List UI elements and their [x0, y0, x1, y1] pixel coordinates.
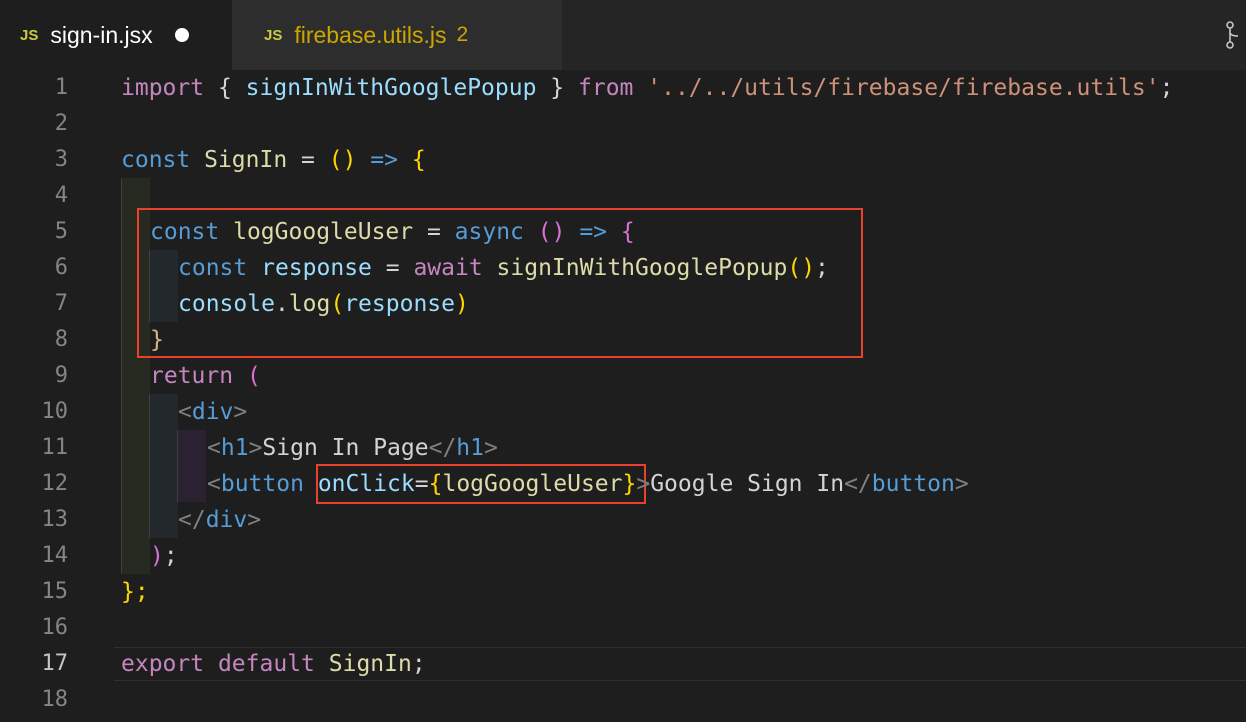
tab-firebase-utils[interactable]: JS firebase.utils.js 2 — [232, 0, 562, 70]
code-line: 13 </div> — [0, 502, 1246, 538]
code-editor[interactable]: 1 import { signInWithGooglePopup } from … — [0, 70, 1246, 722]
problem-count-badge: 2 — [456, 23, 469, 46]
code-line: 8 } — [0, 322, 1246, 358]
line-number: 4 — [54, 183, 68, 208]
code-line-current: 17 export default SignIn; — [0, 646, 1246, 682]
code-line: 10 <div> — [0, 394, 1246, 430]
line-number: 15 — [41, 579, 69, 604]
js-file-icon: JS — [264, 26, 283, 44]
unsaved-dot-icon[interactable] — [174, 28, 189, 42]
line-number: 13 — [41, 507, 69, 532]
line-number: 18 — [41, 687, 69, 712]
line-number: 17 — [41, 651, 69, 676]
code-text: <h1>Sign In Page</h1> — [207, 435, 498, 461]
code-text: </div> — [178, 507, 262, 533]
code-line: 5 const logGoogleUser = async () => { — [0, 214, 1246, 250]
code-line: 11 <h1>Sign In Page</h1> — [0, 430, 1246, 466]
tab-sign-in-jsx[interactable]: JS sign-in.jsx — [0, 0, 232, 70]
code-text: const logGoogleUser = async () => { — [150, 219, 635, 245]
code-line: 12 <button onClick={logGoogleUser}>Googl… — [0, 466, 1246, 502]
line-number: 11 — [41, 435, 69, 460]
code-text: export default SignIn; — [121, 651, 426, 677]
code-line: 14 ); — [0, 538, 1246, 574]
code-line: 7 console.log(response) — [0, 286, 1246, 322]
tab-title: sign-in.jsx — [50, 21, 153, 48]
code-line: 16 — [0, 610, 1246, 646]
code-text: const SignIn = () => { — [121, 147, 426, 173]
code-line: 2 — [0, 106, 1246, 142]
code-line: 1 import { signInWithGooglePopup } from … — [0, 70, 1246, 106]
code-text: }; — [121, 579, 149, 605]
code-text: } — [150, 327, 164, 353]
code-line: 15 }; — [0, 574, 1246, 610]
code-text: return ( — [150, 363, 261, 389]
code-text: import { signInWithGooglePopup } from '.… — [121, 75, 1174, 101]
line-number: 14 — [41, 543, 69, 568]
line-number: 10 — [41, 399, 69, 424]
code-text: ); — [150, 543, 178, 569]
js-file-icon: JS — [20, 26, 39, 44]
line-number: 8 — [54, 327, 68, 352]
line-number: 5 — [54, 219, 68, 244]
line-number: 3 — [54, 147, 68, 172]
code-line: 6 const response = await signInWithGoogl… — [0, 250, 1246, 286]
line-number: 12 — [41, 471, 69, 496]
line-number: 1 — [54, 75, 68, 100]
code-text: <div> — [178, 399, 248, 425]
tab-title: firebase.utils.js — [294, 21, 447, 48]
line-number: 2 — [54, 111, 68, 136]
line-number: 16 — [41, 615, 69, 640]
code-line: 3 const SignIn = () => { — [0, 142, 1246, 178]
code-text: <button onClick={logGoogleUser}>Google S… — [207, 471, 969, 497]
line-number: 7 — [54, 291, 68, 316]
git-compare-icon[interactable] — [1226, 20, 1246, 50]
code-line: 9 return ( — [0, 358, 1246, 394]
tab-bar: JS sign-in.jsx JS firebase.utils.js 2 — [0, 0, 1246, 70]
line-number: 6 — [54, 255, 68, 280]
line-number: 9 — [54, 363, 68, 388]
code-text: const response = await signInWithGoogleP… — [178, 255, 829, 281]
code-line: 4 — [0, 178, 1246, 214]
code-text: console.log(response) — [178, 291, 469, 317]
code-line: 18 — [0, 682, 1246, 718]
